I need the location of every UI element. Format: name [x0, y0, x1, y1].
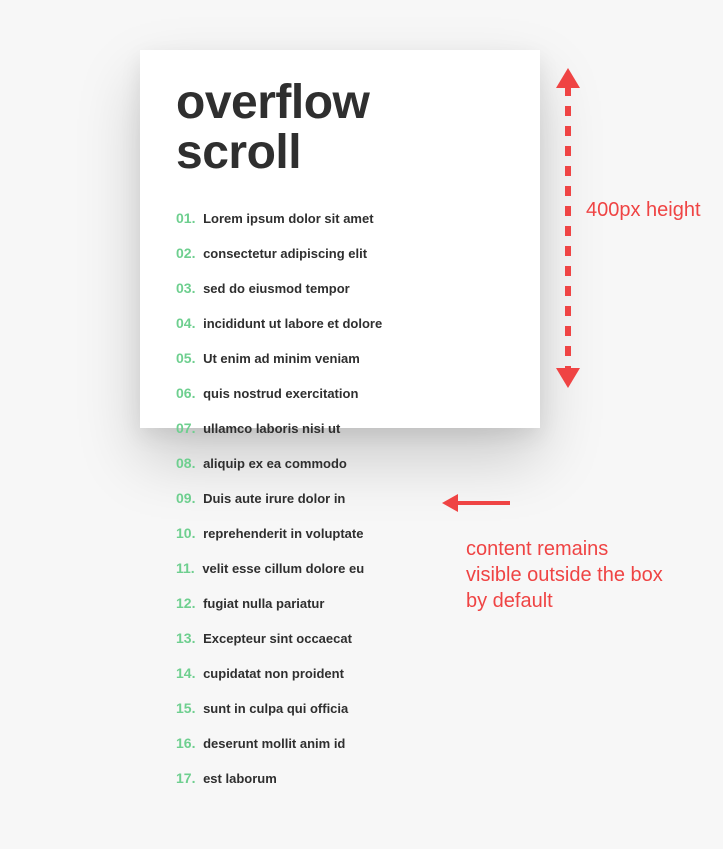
list-item-text: Ut enim ad minim veniam	[199, 351, 359, 366]
list-item-number: 11.	[176, 560, 195, 576]
list-item-number: 10.	[176, 525, 195, 541]
list-item: 08. aliquip ex ea commodo	[176, 446, 504, 481]
list-item-number: 06.	[176, 385, 195, 401]
list-item: 02. consectetur adipiscing elit	[176, 236, 504, 271]
list-item: 14. cupidatat non proident	[176, 656, 504, 691]
list-item: 10. reprehenderit in voluptate	[176, 516, 504, 551]
list-item-text: fugiat nulla pariatur	[199, 596, 324, 611]
list-item: 01. Lorem ipsum dolor sit amet	[176, 201, 504, 236]
height-label: 400px height	[586, 198, 701, 223]
arrow-shaft-h	[456, 501, 510, 505]
list-item-text: Lorem ipsum dolor sit amet	[199, 211, 373, 226]
list-item-number: 12.	[176, 595, 195, 611]
list-item-text: deserunt mollit anim id	[199, 736, 345, 751]
list-item-text: velit esse cillum dolore eu	[199, 561, 364, 576]
list-item: 06. quis nostrud exercitation	[176, 376, 504, 411]
list-item-text: Duis aute irure dolor in	[199, 491, 345, 506]
list-item-text: quis nostrud exercitation	[199, 386, 358, 401]
list-item-text: Excepteur sint occaecat	[199, 631, 351, 646]
list-item: 05. Ut enim ad minim veniam	[176, 341, 504, 376]
list-item: 11. velit esse cillum dolore eu	[176, 551, 504, 586]
list-item: 17. est laborum	[176, 761, 504, 796]
list-item: 03. sed do eiusmod tempor	[176, 271, 504, 306]
list-item-number: 04.	[176, 315, 195, 331]
list-item: 16. deserunt mollit anim id	[176, 726, 504, 761]
overflow-label: content remains visible outside the box …	[466, 536, 666, 614]
list-item-number: 13.	[176, 630, 195, 646]
arrow-up-icon	[556, 68, 580, 88]
list-item-text: aliquip ex ea commodo	[199, 456, 346, 471]
list-item-text: sed do eiusmod tempor	[199, 281, 349, 296]
list-item-number: 01.	[176, 210, 195, 226]
list-item-text: est laborum	[199, 771, 276, 786]
list-item-number: 09.	[176, 490, 195, 506]
list-item-number: 07.	[176, 420, 195, 436]
list-item-text: cupidatat non proident	[199, 666, 343, 681]
list-item-number: 17.	[176, 770, 195, 786]
card-title: overflow scroll	[176, 78, 504, 179]
height-arrow	[558, 68, 578, 388]
list-item: 12. fugiat nulla pariatur	[176, 586, 504, 621]
list-item: 15. sunt in culpa qui officia	[176, 691, 504, 726]
list-item-number: 14.	[176, 665, 195, 681]
list-item-number: 02.	[176, 245, 195, 261]
list-item-number: 16.	[176, 735, 195, 751]
list-item-text: sunt in culpa qui officia	[199, 701, 348, 716]
list-item-text: consectetur adipiscing elit	[199, 246, 367, 261]
arrow-shaft	[565, 86, 571, 370]
card-container: overflow scroll 01. Lorem ipsum dolor si…	[140, 50, 540, 428]
list-item: 07. ullamco laboris nisi ut	[176, 411, 504, 446]
list-item-number: 08.	[176, 455, 195, 471]
list-item-text: ullamco laboris nisi ut	[199, 421, 340, 436]
list-item-text: reprehenderit in voluptate	[199, 526, 363, 541]
list-item-number: 15.	[176, 700, 195, 716]
list-item-number: 03.	[176, 280, 195, 296]
overflow-arrow	[442, 496, 510, 510]
list-item: 04. incididunt ut labore et dolore	[176, 306, 504, 341]
list-item: 13. Excepteur sint occaecat	[176, 621, 504, 656]
list-item-text: incididunt ut labore et dolore	[199, 316, 382, 331]
arrow-down-icon	[556, 368, 580, 388]
list-item-number: 05.	[176, 350, 195, 366]
